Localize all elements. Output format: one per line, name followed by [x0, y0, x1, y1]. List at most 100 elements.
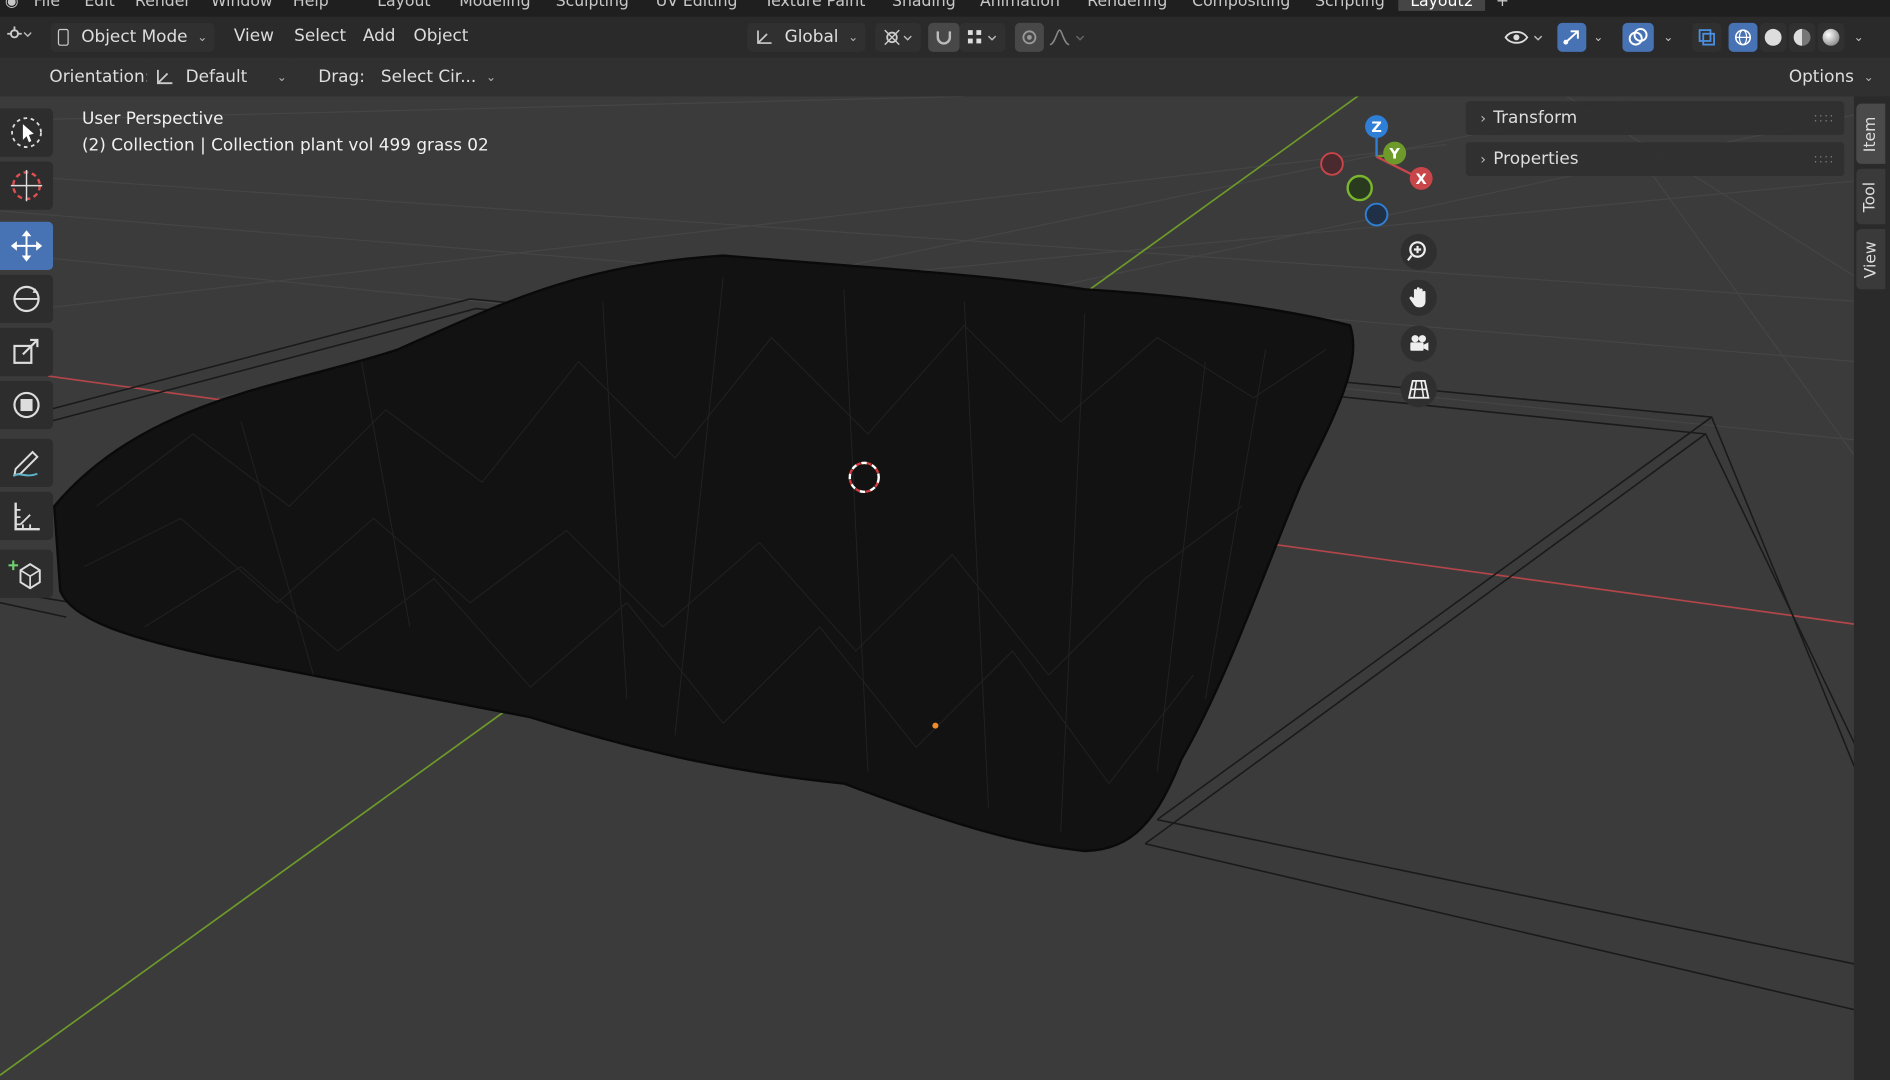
perspective-toggle-button[interactable]	[1400, 371, 1437, 408]
chevron-down-icon: ⌄	[1853, 30, 1864, 44]
ruler-icon	[14, 502, 40, 531]
tab-animation[interactable]: Animation	[980, 0, 1060, 11]
xray-toggle[interactable]	[1692, 22, 1722, 52]
options-dropdown[interactable]: Options ⌄	[1781, 62, 1876, 92]
tab-view[interactable]: View	[1856, 229, 1886, 290]
chevron-right-icon: ›	[1480, 109, 1487, 127]
tab-layout2[interactable]: Layout2	[1398, 0, 1486, 11]
object-mode-icon	[57, 28, 70, 46]
drag-field-label: Drag:	[318, 67, 365, 87]
tab-scripting[interactable]: Scripting	[1315, 0, 1385, 11]
panel-transform-label: Transform	[1493, 108, 1578, 128]
menu-help[interactable]: Help	[293, 0, 329, 11]
measure-tool-button[interactable]	[0, 491, 54, 541]
xray-icon	[1698, 29, 1715, 46]
navigation-gizmo[interactable]: Z Y X	[1311, 108, 1444, 241]
tool-settings-header: Orientation: Default ⌄ Drag: Select Cir.…	[0, 57, 1890, 97]
zoom-button[interactable]	[1400, 233, 1437, 271]
annotate-tool-button[interactable]	[0, 438, 54, 487]
magnet-icon	[936, 31, 952, 45]
tab-texture-paint[interactable]: Texture Paint	[764, 0, 865, 11]
add-cube-tool-button[interactable]	[0, 549, 54, 598]
drag-value-dropdown[interactable]: Select Cir... ⌄	[373, 62, 496, 92]
blender-logo-icon[interactable]: ◉	[5, 0, 19, 11]
orientation-label: Global	[784, 27, 839, 48]
pivot-point-button[interactable]	[875, 22, 921, 52]
overlays-dropdown[interactable]: ⌄	[1656, 23, 1680, 52]
shading-rendered-button[interactable]	[1817, 22, 1845, 52]
menu-add[interactable]: Add	[363, 27, 396, 46]
orientation-value-label: Default	[185, 67, 248, 87]
add-workspace-button[interactable]: +	[1496, 0, 1509, 11]
move-tool-button[interactable]	[0, 221, 54, 271]
shading-dropdown[interactable]: ⌄	[1847, 23, 1871, 52]
select-cursor-icon	[11, 117, 42, 148]
tab-view-label: View	[1861, 240, 1880, 278]
tab-item[interactable]: Item	[1856, 103, 1886, 164]
chevron-down-icon: ⌄	[1593, 30, 1604, 44]
proportional-icon	[1022, 30, 1037, 45]
3d-viewport[interactable]: User Perspective (2) Collection | Collec…	[0, 96, 1857, 1080]
mode-dropdown[interactable]: Object Mode ⌄	[50, 22, 215, 52]
panel-properties[interactable]: › Properties ::::	[1465, 142, 1845, 176]
tab-uv-editing[interactable]: UV Editing	[656, 0, 738, 11]
hand-icon	[1409, 287, 1426, 308]
zoom-icon	[1407, 241, 1426, 262]
gizmo-neg-x[interactable]	[1320, 152, 1344, 176]
transform-orientation-dropdown[interactable]: Global ⌄	[747, 22, 866, 52]
collection-info-label: (2) Collection | Collection plant vol 49…	[81, 136, 489, 156]
menu-select[interactable]: Select	[294, 27, 346, 46]
gizmo-neg-z[interactable]	[1364, 202, 1389, 227]
drag-grip-icon[interactable]: ::::	[1814, 152, 1835, 165]
camera-view-button[interactable]	[1400, 325, 1437, 362]
tab-modeling[interactable]: Modeling	[459, 0, 530, 11]
shading-solid-button[interactable]	[1759, 22, 1787, 52]
drag-value-label: Select Cir...	[380, 67, 477, 87]
snap-grid-icon	[967, 30, 997, 44]
drag-grip-icon[interactable]: ::::	[1814, 111, 1835, 124]
select-tool-button[interactable]	[0, 108, 54, 157]
tab-layout[interactable]: Layout	[377, 0, 430, 11]
view-name-label: User Perspective	[81, 109, 224, 129]
proportional-editing-toggle[interactable]	[1014, 22, 1044, 52]
shading-wireframe-button[interactable]	[1728, 22, 1758, 52]
menu-edit[interactable]: Edit	[84, 0, 114, 11]
menu-file[interactable]: File	[34, 0, 60, 11]
mode-label: Object Mode	[81, 27, 188, 48]
tab-rendering[interactable]: Rendering	[1087, 0, 1167, 11]
gizmo-neg-y[interactable]	[1346, 174, 1373, 202]
gizmo-icon	[1563, 30, 1579, 45]
gizmo-dropdown[interactable]: ⌄	[1586, 23, 1610, 52]
orientation-value-dropdown[interactable]: Default ⌄	[147, 62, 295, 92]
menu-view[interactable]: View	[234, 27, 274, 46]
pivot-icon	[884, 29, 912, 46]
tab-tool[interactable]: Tool	[1856, 168, 1886, 225]
gizmo-x-label: X	[1416, 172, 1427, 188]
visibility-dropdown[interactable]	[1500, 23, 1551, 52]
menu-render[interactable]: Render	[135, 0, 191, 11]
snap-toggle[interactable]	[928, 22, 960, 52]
tab-shading[interactable]: Shading	[892, 0, 956, 11]
pan-button[interactable]	[1400, 279, 1437, 316]
menu-object[interactable]: Object	[413, 27, 468, 46]
gizmo-toggle[interactable]	[1557, 22, 1587, 52]
tab-sculpting[interactable]: Sculpting	[556, 0, 629, 11]
scale-icon	[13, 338, 39, 364]
snap-target-dropdown[interactable]	[959, 22, 1006, 52]
proportional-falloff-dropdown[interactable]	[1044, 23, 1092, 52]
rotate-tool-button[interactable]	[0, 274, 54, 324]
chevron-right-icon: ›	[1480, 150, 1487, 168]
panel-transform[interactable]: › Transform ::::	[1465, 101, 1845, 136]
overlays-toggle[interactable]	[1622, 22, 1654, 52]
transform-icon	[13, 391, 40, 419]
menu-window[interactable]: Window	[211, 0, 273, 11]
gizmo-y-label: Y	[1388, 147, 1400, 163]
transform-tool-button[interactable]	[0, 380, 54, 430]
grid-perspective-icon	[1407, 380, 1430, 399]
scale-tool-button[interactable]	[0, 327, 54, 377]
shading-material-button[interactable]	[1788, 22, 1816, 52]
cursor-tool-button[interactable]	[0, 161, 54, 210]
tab-compositing[interactable]: Compositing	[1192, 0, 1290, 11]
options-label: Options	[1788, 67, 1854, 87]
editor-type-button[interactable]	[5, 23, 32, 45]
